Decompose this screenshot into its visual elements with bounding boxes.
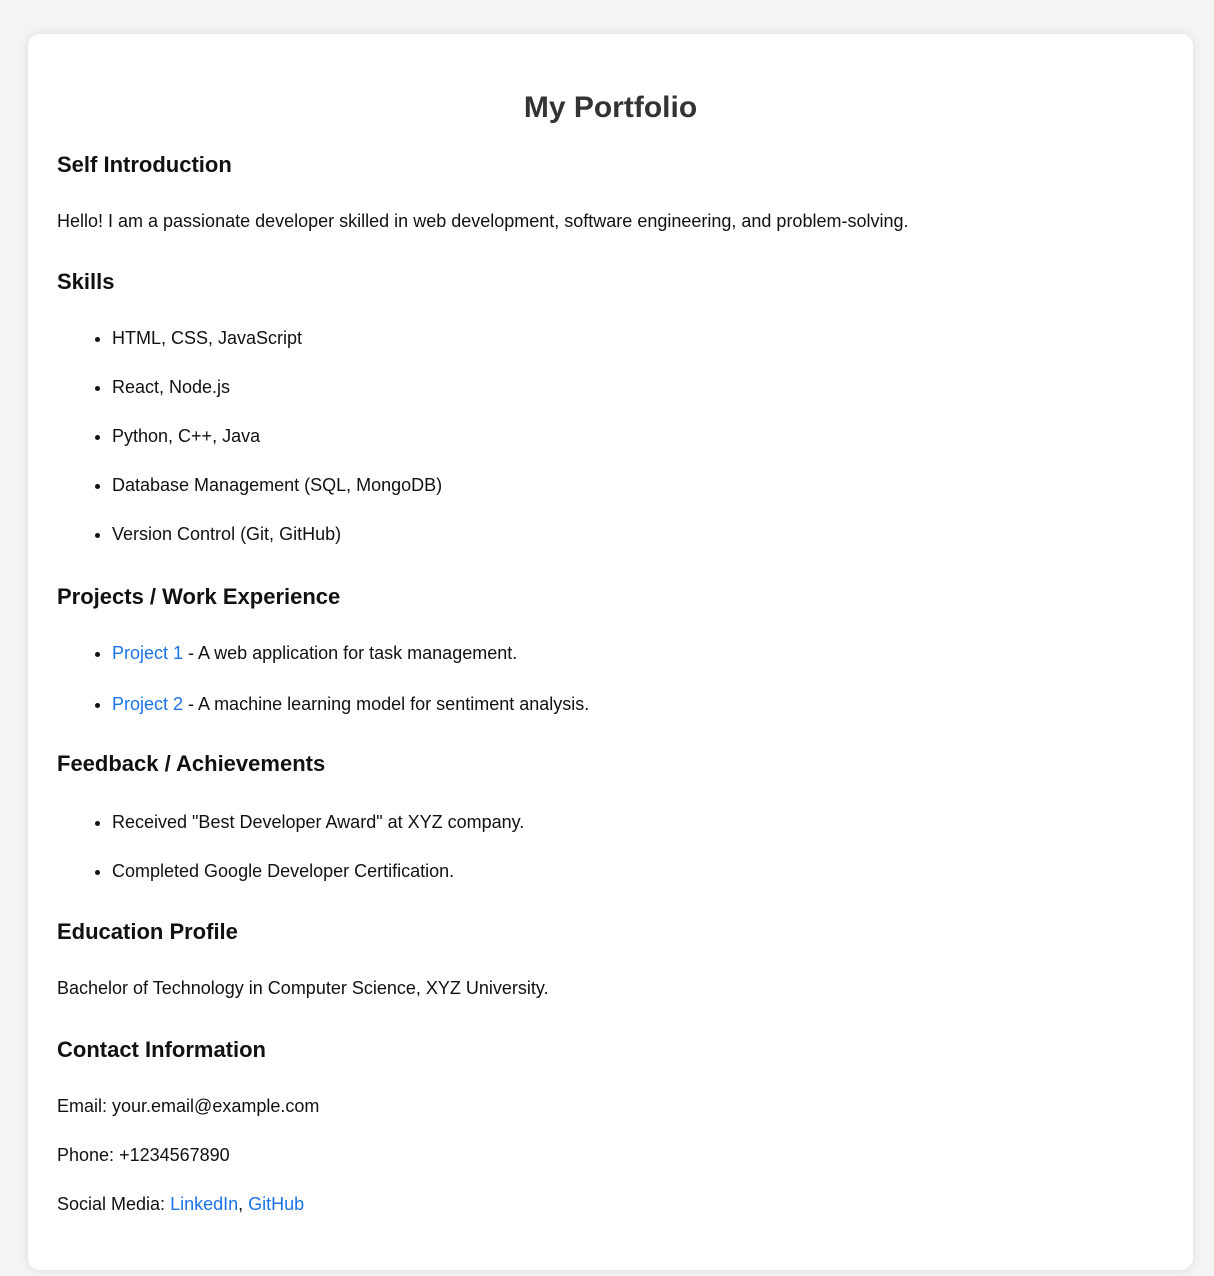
contact-social: Social Media: LinkedIn, GitHub — [57, 1193, 1164, 1215]
email-value: your.email@example.com — [112, 1096, 320, 1116]
project-2-link[interactable]: Project 2 — [112, 694, 183, 714]
skill-item: Python, C++, Java — [112, 425, 1164, 447]
projects-heading: Projects / Work Experience — [57, 584, 341, 609]
social-label: Social Media: — [57, 1194, 171, 1214]
project-2-description: - A machine learning model for sentiment… — [183, 694, 590, 714]
project-1-description: - A web application for task management. — [183, 643, 518, 663]
project-item: Project 2 - A machine learning model for… — [112, 693, 1164, 715]
portfolio-card: My Portfolio Self Introduction Hello! I … — [28, 34, 1193, 1270]
phone-value: +1234567890 — [119, 1145, 230, 1165]
contact-email: Email: your.email@example.com — [57, 1095, 1164, 1117]
email-label: Email: — [57, 1096, 113, 1116]
project-1-link[interactable]: Project 1 — [112, 643, 183, 663]
achievement-item: Received "Best Developer Award" at XYZ c… — [112, 811, 1164, 833]
phone-label: Phone: — [57, 1145, 120, 1165]
skill-item: Database Management (SQL, MongoDB) — [112, 474, 1164, 496]
contact-heading: Contact Information — [57, 1037, 266, 1062]
page-title: My Portfolio — [523, 91, 698, 124]
feedback-list: Received "Best Developer Award" at XYZ c… — [57, 811, 1164, 882]
project-item: Project 1 - A web application for task m… — [112, 642, 1164, 664]
projects-list: Project 1 - A web application for task m… — [57, 642, 1164, 715]
contact-phone: Phone: +1234567890 — [57, 1144, 1164, 1166]
intro-heading: Self Introduction — [57, 152, 232, 177]
skills-heading: Skills — [57, 269, 115, 294]
intro-text: Hello! I am a passionate developer skill… — [57, 211, 909, 231]
linkedin-link[interactable]: LinkedIn — [170, 1194, 238, 1214]
social-separator: , — [238, 1194, 249, 1214]
education-text: Bachelor of Technology in Computer Scien… — [57, 978, 549, 998]
education-heading: Education Profile — [57, 919, 238, 944]
skill-item: HTML, CSS, JavaScript — [112, 327, 1164, 349]
skills-list: HTML, CSS, JavaScript React, Node.js Pyt… — [57, 327, 1164, 545]
skill-item: React, Node.js — [112, 376, 1164, 398]
feedback-heading: Feedback / Achievements — [57, 751, 326, 776]
github-link[interactable]: GitHub — [248, 1194, 304, 1214]
achievement-item: Completed Google Developer Certification… — [112, 860, 1164, 882]
skill-item: Version Control (Git, GitHub) — [112, 523, 1164, 545]
